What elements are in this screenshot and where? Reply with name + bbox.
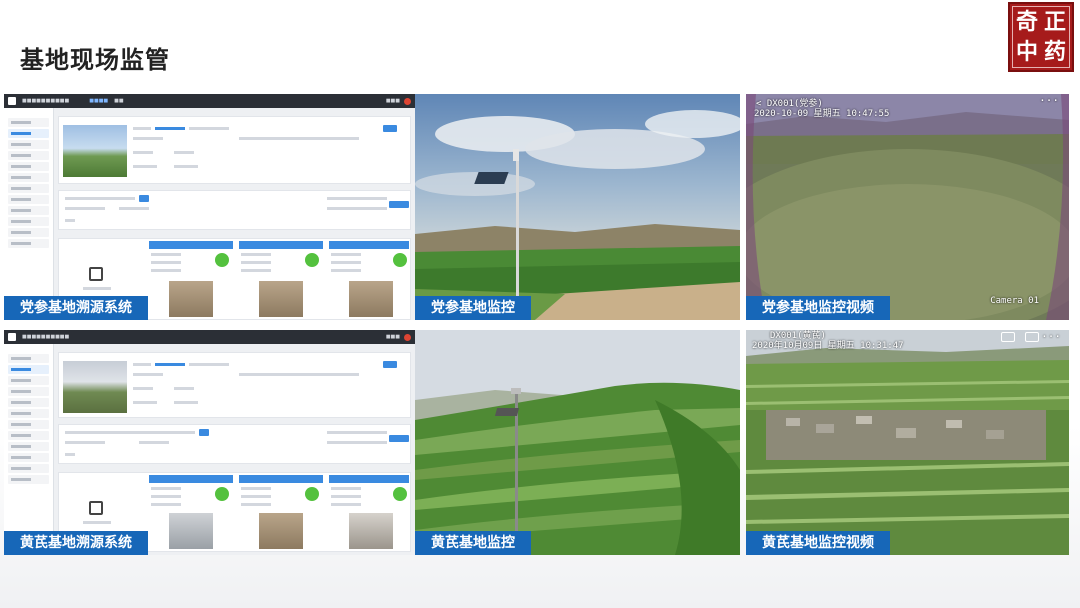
camera-label: Camera 01 [990, 296, 1039, 306]
record-photo [259, 281, 303, 317]
logo-char: 正 [1043, 9, 1066, 35]
app-logo-icon [8, 333, 16, 341]
panel-caption: 党参基地监控 [415, 296, 531, 320]
huangqi-monitor-panel[interactable]: 黄芪基地监控 [415, 330, 740, 555]
more-menu-icon[interactable]: ··· [1039, 94, 1059, 107]
fullscreen-icon[interactable] [1001, 332, 1015, 342]
dangshen-video-panel[interactable]: < DX001(党参) 2020-10-09 星期五 10:47:55 ··· … [746, 94, 1069, 320]
dangshen-video-frame [746, 94, 1069, 320]
base-sign-photo [63, 125, 127, 177]
panel-caption: 黄芪基地溯源系统 [4, 531, 148, 555]
huangqi-trace-system-panel[interactable]: ■■■■■■■■■■ ■■■ 黄芪基地溯源系统 [4, 330, 415, 555]
slide-title: 基地现场监管 [20, 46, 170, 74]
logo-char: 药 [1043, 39, 1066, 65]
panel-caption: 党参基地溯源系统 [4, 296, 148, 320]
app-sidebar [4, 108, 54, 320]
check-badge-icon [393, 253, 407, 267]
brand-logo: 奇 正 中 药 [1008, 2, 1074, 72]
check-badge-icon [215, 253, 229, 267]
dangshen-monitor-panel[interactable]: 党参基地监控 [415, 94, 740, 320]
record-photo [169, 513, 213, 549]
trace-system-screenshot: ■■■■■■■■■■ ■■■■ ■■ ■■■ [4, 94, 415, 320]
app-header: ■■■■■■■■■■ ■■■ [4, 330, 415, 344]
panel-caption: 党参基地监控视频 [746, 296, 890, 320]
check-badge-icon [393, 487, 407, 501]
logo-char: 奇 [1015, 9, 1038, 35]
grid-view-icon[interactable] [1025, 332, 1039, 342]
camera-timestamp: 2020年10月09日 星期五 10:31:47 [752, 341, 904, 351]
qr-code-icon [89, 267, 103, 281]
base-info-card [58, 116, 411, 184]
huangqi-video-frame [746, 330, 1069, 555]
more-menu-icon[interactable]: ··· [1041, 330, 1061, 343]
app-sidebar [4, 344, 54, 555]
check-badge-icon [215, 487, 229, 501]
logo-char: 中 [1015, 39, 1038, 65]
record-photo [259, 513, 303, 549]
trace-system-screenshot: ■■■■■■■■■■ ■■■ [4, 330, 415, 555]
record-photo [349, 281, 393, 317]
base-info-card [58, 352, 411, 418]
huangqi-field-photo [415, 330, 740, 555]
qr-code-icon [89, 501, 103, 515]
dangshen-field-photo [415, 94, 740, 320]
huangqi-video-panel[interactable]: DX001(黄芪) 2020年10月09日 星期五 10:31:47 ··· 黄… [746, 330, 1069, 555]
avatar-icon [404, 333, 411, 341]
check-badge-icon [305, 487, 319, 501]
batch-info-card [58, 190, 411, 230]
base-sign-photo [63, 361, 127, 413]
avatar-icon [404, 97, 411, 105]
panel-caption: 黄芪基地监控 [415, 531, 531, 555]
batch-info-card [58, 424, 411, 464]
dangshen-trace-system-panel[interactable]: ■■■■■■■■■■ ■■■■ ■■ ■■■ 党参基地溯源系统 [4, 94, 415, 320]
panel-caption: 黄芪基地监控视频 [746, 531, 890, 555]
app-logo-icon [8, 97, 16, 105]
check-badge-icon [305, 253, 319, 267]
app-header: ■■■■■■■■■■ ■■■■ ■■ ■■■ [4, 94, 415, 108]
record-photo [169, 281, 213, 317]
camera-timestamp: 2020-10-09 星期五 10:47:55 [754, 109, 890, 119]
record-photo [349, 513, 393, 549]
